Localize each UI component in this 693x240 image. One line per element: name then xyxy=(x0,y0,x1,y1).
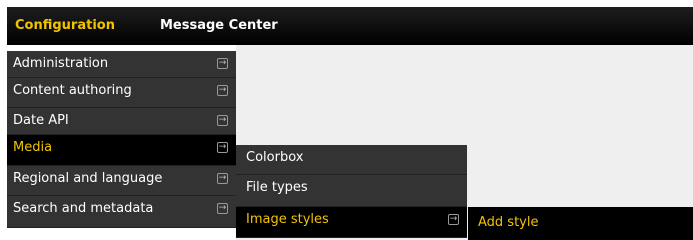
submenu-arrow-icon: → xyxy=(448,214,459,225)
submenu-arrow-icon: → xyxy=(217,58,228,69)
menu-item-label: Date API xyxy=(13,113,69,128)
submenu-arrow-icon: → xyxy=(217,85,228,96)
menu-item-file-types[interactable]: File types xyxy=(236,175,467,207)
submenu-arrow-icon: → xyxy=(217,203,228,214)
submenu-arrow-icon: → xyxy=(217,142,228,153)
menu-item-label: Search and metadata xyxy=(13,201,154,216)
menu-item-add-style[interactable]: Add style xyxy=(468,207,693,238)
submenu-arrow-icon: → xyxy=(217,173,228,184)
menu-level-2: Colorbox File types Image styles → xyxy=(236,145,467,238)
menu-item-content-authoring[interactable]: Content authoring → xyxy=(7,78,236,108)
menu-item-label: File types xyxy=(246,180,308,195)
menu-item-label: Media xyxy=(13,140,53,155)
menu-item-media[interactable]: Media → xyxy=(7,135,236,166)
menu-item-colorbox[interactable]: Colorbox xyxy=(236,145,467,175)
menu-item-label: Content authoring xyxy=(13,83,132,98)
tab-configuration[interactable]: Configuration xyxy=(7,7,123,45)
menu-item-date-api[interactable]: Date API → xyxy=(7,108,236,135)
menu-item-label: Image styles xyxy=(246,212,329,227)
menu-item-label: Colorbox xyxy=(246,150,304,165)
menu-item-administration[interactable]: Administration → xyxy=(7,51,236,78)
menu-item-label: Administration xyxy=(13,56,109,71)
tab-message-center[interactable]: Message Center xyxy=(152,7,286,45)
menu-item-image-styles[interactable]: Image styles → xyxy=(236,207,467,238)
menu-item-regional-language[interactable]: Regional and language → xyxy=(7,166,236,196)
admin-toolbar: Configuration Message Center xyxy=(7,7,693,45)
menu-item-label: Add style xyxy=(478,215,539,230)
menu-level-1: Administration → Content authoring → Dat… xyxy=(7,51,236,228)
menu-item-label: Regional and language xyxy=(13,171,163,186)
menu-item-search-metadata[interactable]: Search and metadata → xyxy=(7,196,236,228)
submenu-arrow-icon: → xyxy=(217,115,228,126)
